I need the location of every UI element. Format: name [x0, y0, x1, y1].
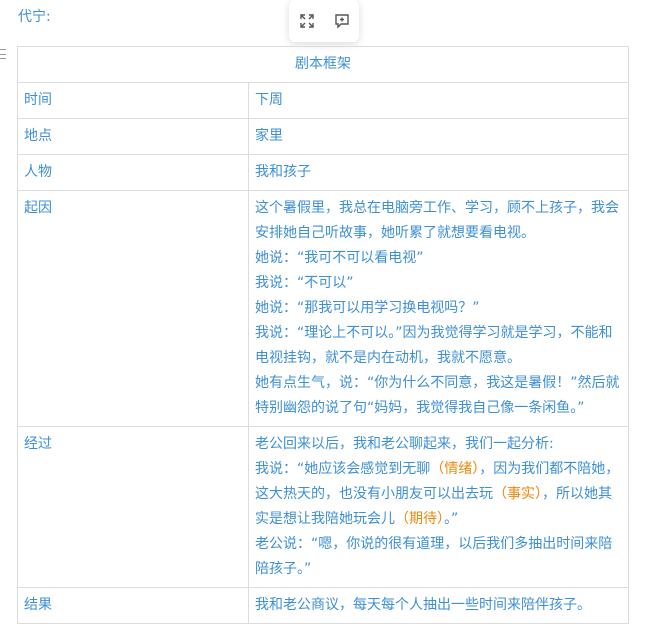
process-line: 我说：“她应该会感觉到无聊（情绪），因为我们都不陪她，这大热天的，也没有小朋友可… — [255, 457, 622, 532]
row-label: 地点 — [17, 118, 249, 155]
cause-line: 我说：“理论上不可以。”因为我觉得学习就是学习，不能和电视挂钩，就不是内在动机，… — [255, 325, 613, 366]
expectation-tag: （期待） — [395, 511, 444, 527]
process-text: 。” — [444, 511, 459, 527]
cause-line: 我说：“不可以” — [255, 275, 354, 291]
table-header-cell: 剧本框架 — [17, 46, 629, 83]
row-value: 老公回来以后，我和老公聊起来，我们一起分析: 我说：“她应该会感觉到无聊（情绪）… — [248, 426, 629, 588]
process-line: 老公回来以后，我和老公聊起来，我们一起分析: — [255, 436, 554, 452]
row-label: 经过 — [17, 426, 249, 588]
cause-line: 她说：“那我可以用学习换电视吗？” — [255, 300, 480, 316]
add-comment-icon[interactable] — [332, 11, 352, 31]
table-row-people: 人物 我和孩子 — [17, 154, 629, 191]
row-value: 下周 — [248, 82, 629, 119]
table-row-process: 经过 老公回来以后，我和老公聊起来，我们一起分析: 我说：“她应该会感觉到无聊（… — [17, 426, 629, 588]
cause-line: 她有点生气，说：“你为什么不同意，我这是暑假！”然后就特别幽怨的说了句“妈妈，我… — [255, 375, 620, 416]
row-label: 时间 — [17, 82, 249, 119]
row-value: 家里 — [248, 118, 629, 155]
cause-line: 这个暑假里，我总在电脑旁工作、学习，顾不上孩子，我会安排她自己听故事，她听累了就… — [255, 200, 619, 241]
row-value: 我和老公商议，每天每个人抽出一些时间来陪伴孩子。 — [248, 587, 629, 624]
row-label: 起因 — [17, 190, 249, 427]
fact-tag: （事实） — [493, 486, 542, 502]
table-row-time: 时间 下周 — [17, 82, 629, 119]
table-row-cause: 起因 这个暑假里，我总在电脑旁工作、学习，顾不上孩子，我会安排她自己听故事，她听… — [17, 190, 629, 427]
script-framework-table: 剧本框架 时间 下周 地点 家里 人物 我和孩子 起因 这个暑假里，我总在电脑旁… — [17, 46, 629, 624]
row-label: 结果 — [17, 587, 249, 624]
row-value: 我和孩子 — [248, 154, 629, 191]
table-row-result: 结果 我和老公商议，每天每个人抽出一些时间来陪伴孩子。 — [17, 587, 629, 624]
process-line: 老公说：“嗯，你说的很有道理，以后我们多抽出时间来陪陪孩子。” — [255, 536, 613, 577]
drag-handle-icon[interactable] — [0, 49, 6, 59]
process-text: 我说：“她应该会感觉到无聊 — [255, 461, 431, 477]
emotion-tag: （情绪） — [430, 461, 480, 477]
floating-toolbar — [289, 0, 359, 42]
table-header-row: 剧本框架 — [17, 46, 629, 83]
cause-line: 她说：“我可不可以看电视” — [255, 250, 424, 266]
expand-icon[interactable] — [297, 11, 317, 31]
row-label: 人物 — [17, 154, 249, 191]
row-value: 这个暑假里，我总在电脑旁工作、学习，顾不上孩子，我会安排她自己听故事，她听累了就… — [248, 190, 629, 427]
table-row-place: 地点 家里 — [17, 118, 629, 155]
author-label: 代宁: — [18, 9, 51, 25]
